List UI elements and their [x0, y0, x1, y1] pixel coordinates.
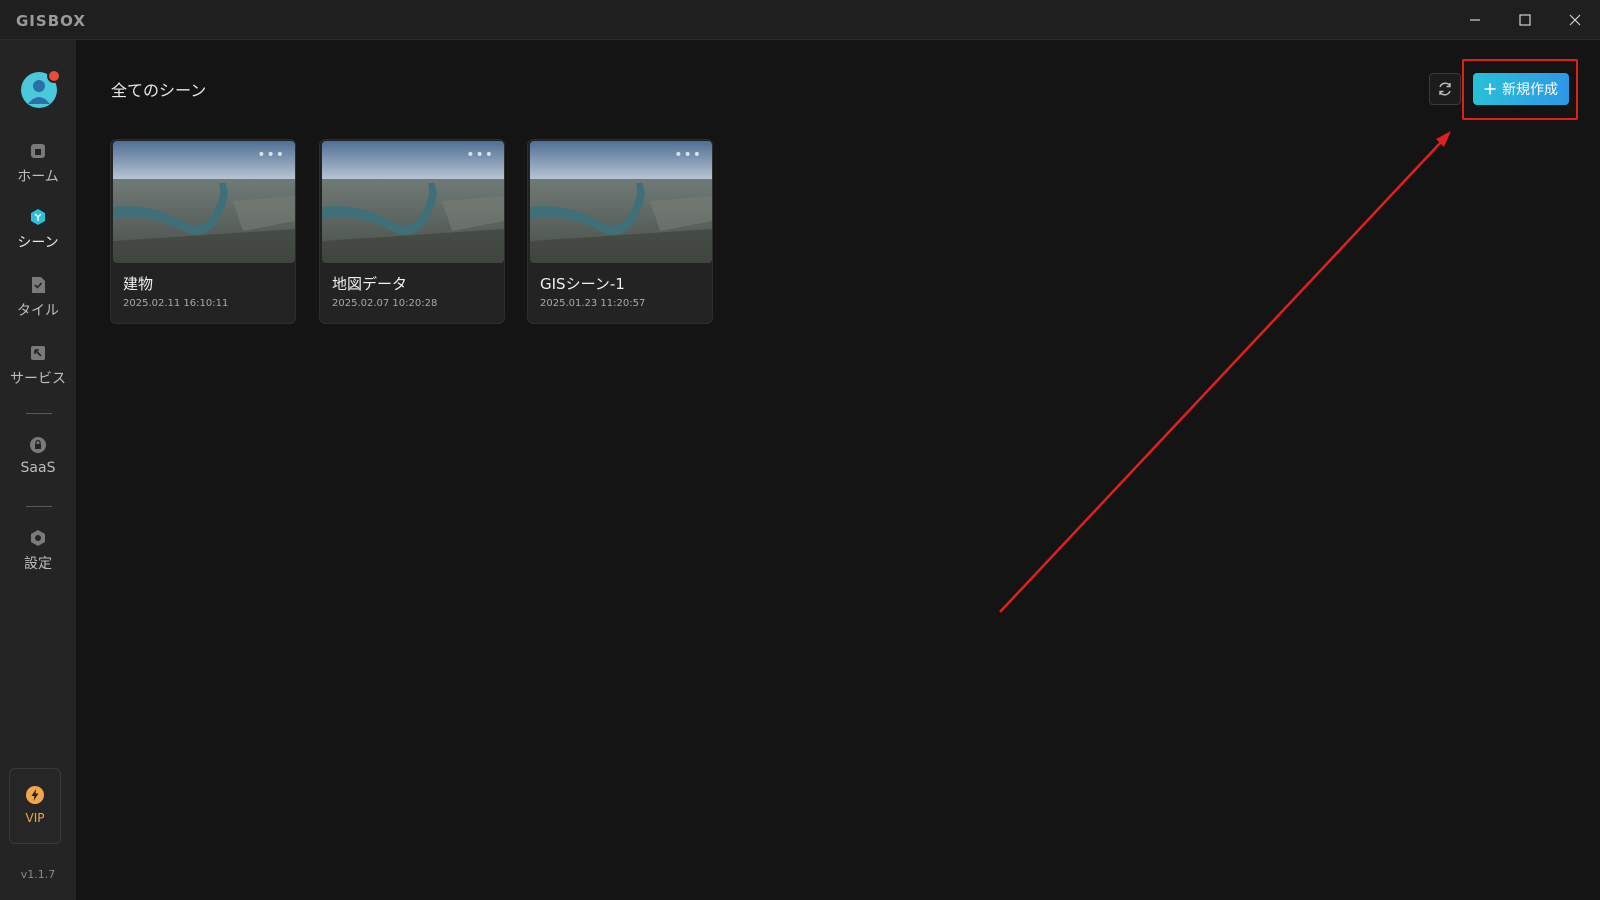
minimize-icon [1470, 19, 1480, 21]
settings-icon [31, 530, 45, 546]
home-icon [31, 144, 45, 158]
scene-date: 2025.02.07 10:20:28 [332, 298, 438, 309]
lightning-icon [26, 786, 44, 804]
notification-badge[interactable] [47, 69, 61, 83]
tile-check-icon [32, 277, 45, 293]
sidebar-item-label: タイル [17, 303, 59, 319]
more-icon[interactable]: ••• [466, 147, 494, 163]
maximize-button[interactable] [1500, 0, 1550, 40]
page-title: 全てのシーン [111, 81, 207, 100]
scene-cube-icon [31, 209, 45, 225]
sidebar-item-label: ホーム [17, 169, 59, 185]
refresh-button[interactable] [1429, 73, 1461, 105]
scene-name: 建物 [123, 275, 154, 293]
title-bar: GISBOX [0, 0, 1600, 40]
service-icon [31, 346, 45, 360]
sidebar-item-label: サービス [10, 371, 66, 387]
sidebar-item-settings[interactable]: 設定 [0, 527, 76, 583]
sidebar-item-scene[interactable]: シーン [0, 206, 76, 262]
close-button[interactable] [1550, 0, 1600, 40]
more-icon[interactable]: ••• [257, 147, 285, 163]
scene-card[interactable]: ••• 地図データ 2025.02.07 10:20:28 [319, 139, 505, 324]
sidebar-item-tile[interactable]: タイル [0, 274, 76, 330]
more-icon[interactable]: ••• [674, 147, 702, 163]
sidebar-item-home[interactable]: ホーム [0, 140, 76, 196]
annotation-arrow [999, 131, 1451, 613]
scene-name: GISシーン-1 [540, 275, 625, 293]
scene-card[interactable]: ••• 建物 2025.02.11 16:10:11 [110, 139, 296, 324]
new-button-label: 新規作成 [1502, 82, 1558, 98]
scene-date: 2025.02.11 16:10:11 [123, 298, 229, 309]
nav-divider [26, 506, 52, 507]
plus-icon [1484, 83, 1496, 95]
sidebar-item-label: シーン [17, 235, 59, 251]
scene-name: 地図データ [332, 275, 408, 293]
scene-date: 2025.01.23 11:20:57 [540, 298, 646, 309]
nav-divider [26, 413, 52, 414]
minimize-button[interactable] [1450, 0, 1500, 40]
maximize-icon [1519, 14, 1531, 26]
sidebar: ホーム シーン タイル サービス SaaS 設定 VIP v1.1.7 [0, 40, 76, 900]
sidebar-item-label: SaaS [20, 460, 56, 476]
refresh-icon [1439, 82, 1451, 96]
app-logo: GISBOX [16, 12, 86, 30]
scene-card[interactable]: ••• GISシーン-1 2025.01.23 11:20:57 [527, 139, 713, 324]
vip-label: VIP [25, 811, 45, 825]
new-scene-button[interactable]: 新規作成 [1473, 73, 1569, 105]
vip-button[interactable]: VIP [9, 768, 61, 844]
app-version: v1.1.7 [20, 868, 56, 881]
sidebar-item-label: 設定 [24, 556, 52, 572]
close-icon [1569, 14, 1581, 26]
sidebar-item-service[interactable]: サービス [0, 342, 76, 398]
sidebar-item-saas[interactable]: SaaS [0, 434, 76, 490]
lock-icon [30, 437, 46, 453]
